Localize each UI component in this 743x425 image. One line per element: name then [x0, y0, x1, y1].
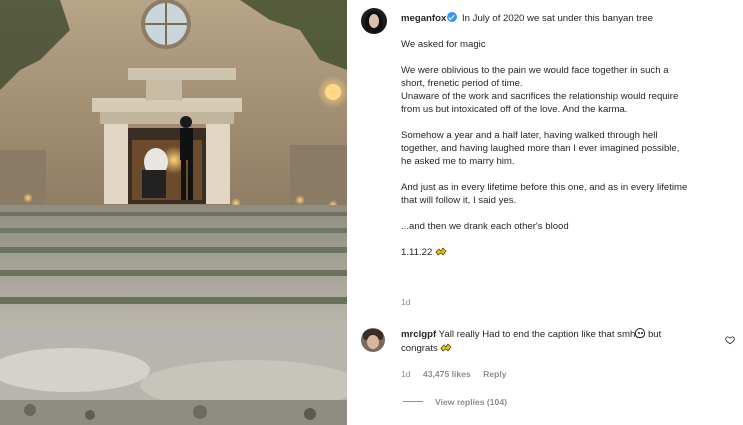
reply-button[interactable]: Reply [483, 369, 506, 379]
bat-emoji-icon [441, 343, 452, 352]
comment-text-line2: congrats [401, 343, 441, 354]
replies-divider-line [403, 401, 423, 402]
caption-line: together, and having laughed more than I… [401, 143, 680, 154]
comments-pane: meganfox In July of 2020 we sat under th… [347, 0, 743, 425]
caption-date: 1.11.22 [401, 247, 435, 258]
comment-body: mrclgpf Yall really Had to end the capti… [401, 328, 701, 356]
commenter-username[interactable]: mrclgpf [401, 329, 436, 340]
comment-meta: 1d 43,475 likes Reply [401, 369, 517, 379]
caption-line: from us but intoxicated off of the love.… [401, 104, 628, 115]
commenter-avatar[interactable] [361, 328, 385, 352]
view-replies-button[interactable]: View replies (104) [403, 397, 507, 407]
post-time-ago[interactable]: 1d [401, 297, 411, 307]
comment-text-after: but [645, 329, 662, 340]
skull-emoji-icon [635, 328, 646, 338]
caption-line: And just as in every lifetime before thi… [401, 182, 688, 193]
like-heart-icon[interactable] [725, 335, 735, 345]
caption-line: We asked for magic [401, 39, 486, 50]
comment-time-ago[interactable]: 1d [401, 369, 411, 379]
post-caption: meganfox In July of 2020 we sat under th… [401, 12, 731, 259]
caption-line: Unaware of the work and sacrifices the r… [401, 91, 679, 102]
caption-line: ...and then we drank each other's blood [401, 221, 569, 232]
caption-line: that will follow it, I said yes. [401, 195, 517, 206]
caption-line: In July of 2020 we sat under this banyan… [459, 13, 653, 24]
bat-emoji-icon [435, 247, 447, 256]
post-author-username[interactable]: meganfox [401, 13, 446, 24]
caption-line: short, frenetic period of time. [401, 78, 523, 89]
proposal-photo-image [0, 0, 347, 425]
view-replies-label: View replies (104) [435, 397, 507, 407]
caption-line: he asked me to marry him. [401, 156, 515, 167]
caption-line: Somehow a year and a half later, having … [401, 130, 658, 141]
comment-likes-count[interactable]: 43,475 likes [423, 369, 471, 379]
post-author-avatar[interactable] [361, 8, 387, 34]
caption-line: We were oblivious to the pain we would f… [401, 65, 669, 76]
post-photo[interactable] [0, 0, 347, 425]
verified-badge-icon [447, 12, 458, 22]
comment-text: Yall really Had to end the caption like … [436, 329, 636, 340]
